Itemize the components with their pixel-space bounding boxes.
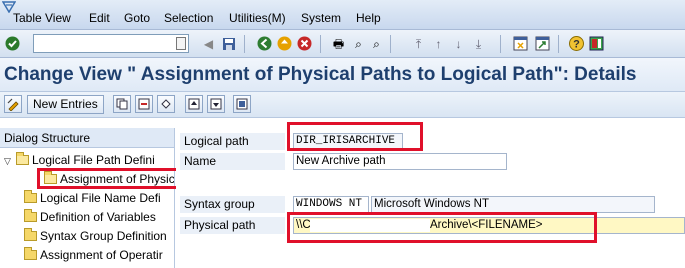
menu-help[interactable]: Help [356, 11, 381, 25]
copy-as-icon[interactable] [113, 95, 131, 113]
next-page-icon[interactable]: ↓ [450, 35, 467, 52]
name-label: Name [180, 153, 285, 170]
menu-selection[interactable]: Selection [164, 11, 213, 25]
tree-item-label: Assignment of Operatir [40, 248, 163, 262]
logical-path-field: DIR_IRISARCHIVE [293, 133, 403, 150]
last-page-icon[interactable]: ⤓ [470, 35, 487, 52]
physical-path-redaction [310, 219, 430, 232]
folder-icon [24, 247, 37, 260]
toolbar-separator [320, 35, 321, 53]
first-page-icon[interactable]: ⤒ [410, 35, 427, 52]
tree-expand-icon[interactable]: ▽ [4, 152, 16, 171]
syntax-group-field[interactable]: WINDOWS NT [293, 196, 369, 213]
dialog-structure-panel: Dialog Structure ▽ Logical File Path Defi… [0, 128, 175, 268]
syntax-group-label: Syntax group [180, 196, 285, 213]
title-bar: Change View " Assignment of Physical Pat… [0, 58, 685, 92]
display-change-icon[interactable] [4, 95, 22, 113]
dialog-structure-header: Dialog Structure [0, 128, 174, 148]
toolbar-separator [390, 35, 391, 53]
find-icon[interactable]: ⌕ [350, 35, 367, 52]
tree-item-assignment-operating[interactable]: Assignment of Operatir [24, 246, 163, 265]
tree-item-label: Logical File Path Defini [32, 153, 155, 167]
previous-page-icon[interactable]: ↑ [430, 35, 447, 52]
select-all-icon[interactable] [233, 95, 251, 113]
find-next-icon[interactable]: ⌕ [368, 35, 385, 52]
standard-toolbar: ◀ 🖶 ⌕ ⌕ ⤒ ↑ ↓ ⤓ ? [0, 30, 685, 58]
details-panel: Logical path DIR_IRISARCHIVE Name New Ar… [176, 128, 685, 268]
physical-path-field[interactable]: \\C:\ Archive\<FILENAME> [293, 217, 685, 234]
cancel-icon[interactable] [296, 35, 313, 52]
physical-path-label: Physical path [180, 217, 285, 234]
toolbar-separator [500, 35, 501, 53]
menu-bar: Table View Edit Goto Selection Utilities… [0, 0, 685, 30]
command-field-history-button[interactable] [176, 37, 186, 50]
folder-icon [24, 228, 37, 241]
collapse-arrow-icon[interactable]: ◀ [200, 35, 217, 52]
svg-text:?: ? [573, 39, 580, 51]
menu-goto[interactable]: Goto [124, 11, 150, 25]
tree-item-syntax-group[interactable]: Syntax Group Definition [24, 227, 167, 246]
application-toolbar: New Entries [0, 92, 685, 118]
tree-item-label: Definition of Variables [40, 210, 156, 224]
menu-edit[interactable]: Edit [89, 11, 110, 25]
folder-open-icon [44, 171, 57, 184]
tree-item-logical-file-name[interactable]: Logical File Name Defi [24, 189, 161, 208]
folder-open-icon [16, 152, 29, 165]
enter-check-icon[interactable] [4, 35, 21, 52]
toolbar-separator [558, 35, 559, 53]
previous-entry-icon[interactable] [185, 95, 203, 113]
tree-item-label: Syntax Group Definition [40, 229, 167, 243]
delete-icon[interactable] [135, 95, 153, 113]
command-field[interactable] [33, 34, 189, 53]
menu-utilities[interactable]: Utilities(M) [229, 11, 286, 25]
folder-icon [24, 190, 37, 203]
tree-item-label: Logical File Name Defi [40, 191, 161, 205]
undo-change-icon[interactable] [157, 95, 175, 113]
tree-item-logical-file-path[interactable]: ▽ Logical File Path Defini [4, 151, 155, 170]
physical-path-suffix: Archive\<FILENAME> [430, 219, 543, 231]
exit-icon[interactable] [276, 35, 293, 52]
create-session-icon[interactable] [512, 35, 529, 52]
tree-item-definition-variables[interactable]: Definition of Variables [24, 208, 156, 227]
back-icon[interactable] [256, 35, 273, 52]
folder-icon [24, 209, 37, 222]
logical-path-label: Logical path [180, 133, 285, 150]
customize-layout-icon[interactable] [588, 35, 605, 52]
shortcut-icon[interactable] [534, 35, 551, 52]
page-title: Change View " Assignment of Physical Pat… [4, 64, 637, 85]
tree-item-assignment-physical-paths[interactable]: Assignment of Physical Paths to Logical … [44, 170, 175, 189]
menu-system[interactable]: System [301, 11, 341, 25]
help-icon[interactable]: ? [568, 35, 585, 52]
save-icon[interactable] [220, 35, 237, 52]
next-entry-icon[interactable] [207, 95, 225, 113]
menu-table-view[interactable]: Table View [13, 11, 71, 25]
syntax-group-description: Microsoft Windows NT [371, 196, 655, 213]
tree-item-label: Assignment of Physical Paths to Logical … [60, 172, 175, 186]
name-field[interactable]: New Archive path [293, 153, 507, 170]
toolbar-separator [244, 35, 245, 53]
new-entries-button[interactable]: New Entries [27, 95, 104, 114]
print-icon[interactable]: 🖶 [330, 35, 347, 52]
